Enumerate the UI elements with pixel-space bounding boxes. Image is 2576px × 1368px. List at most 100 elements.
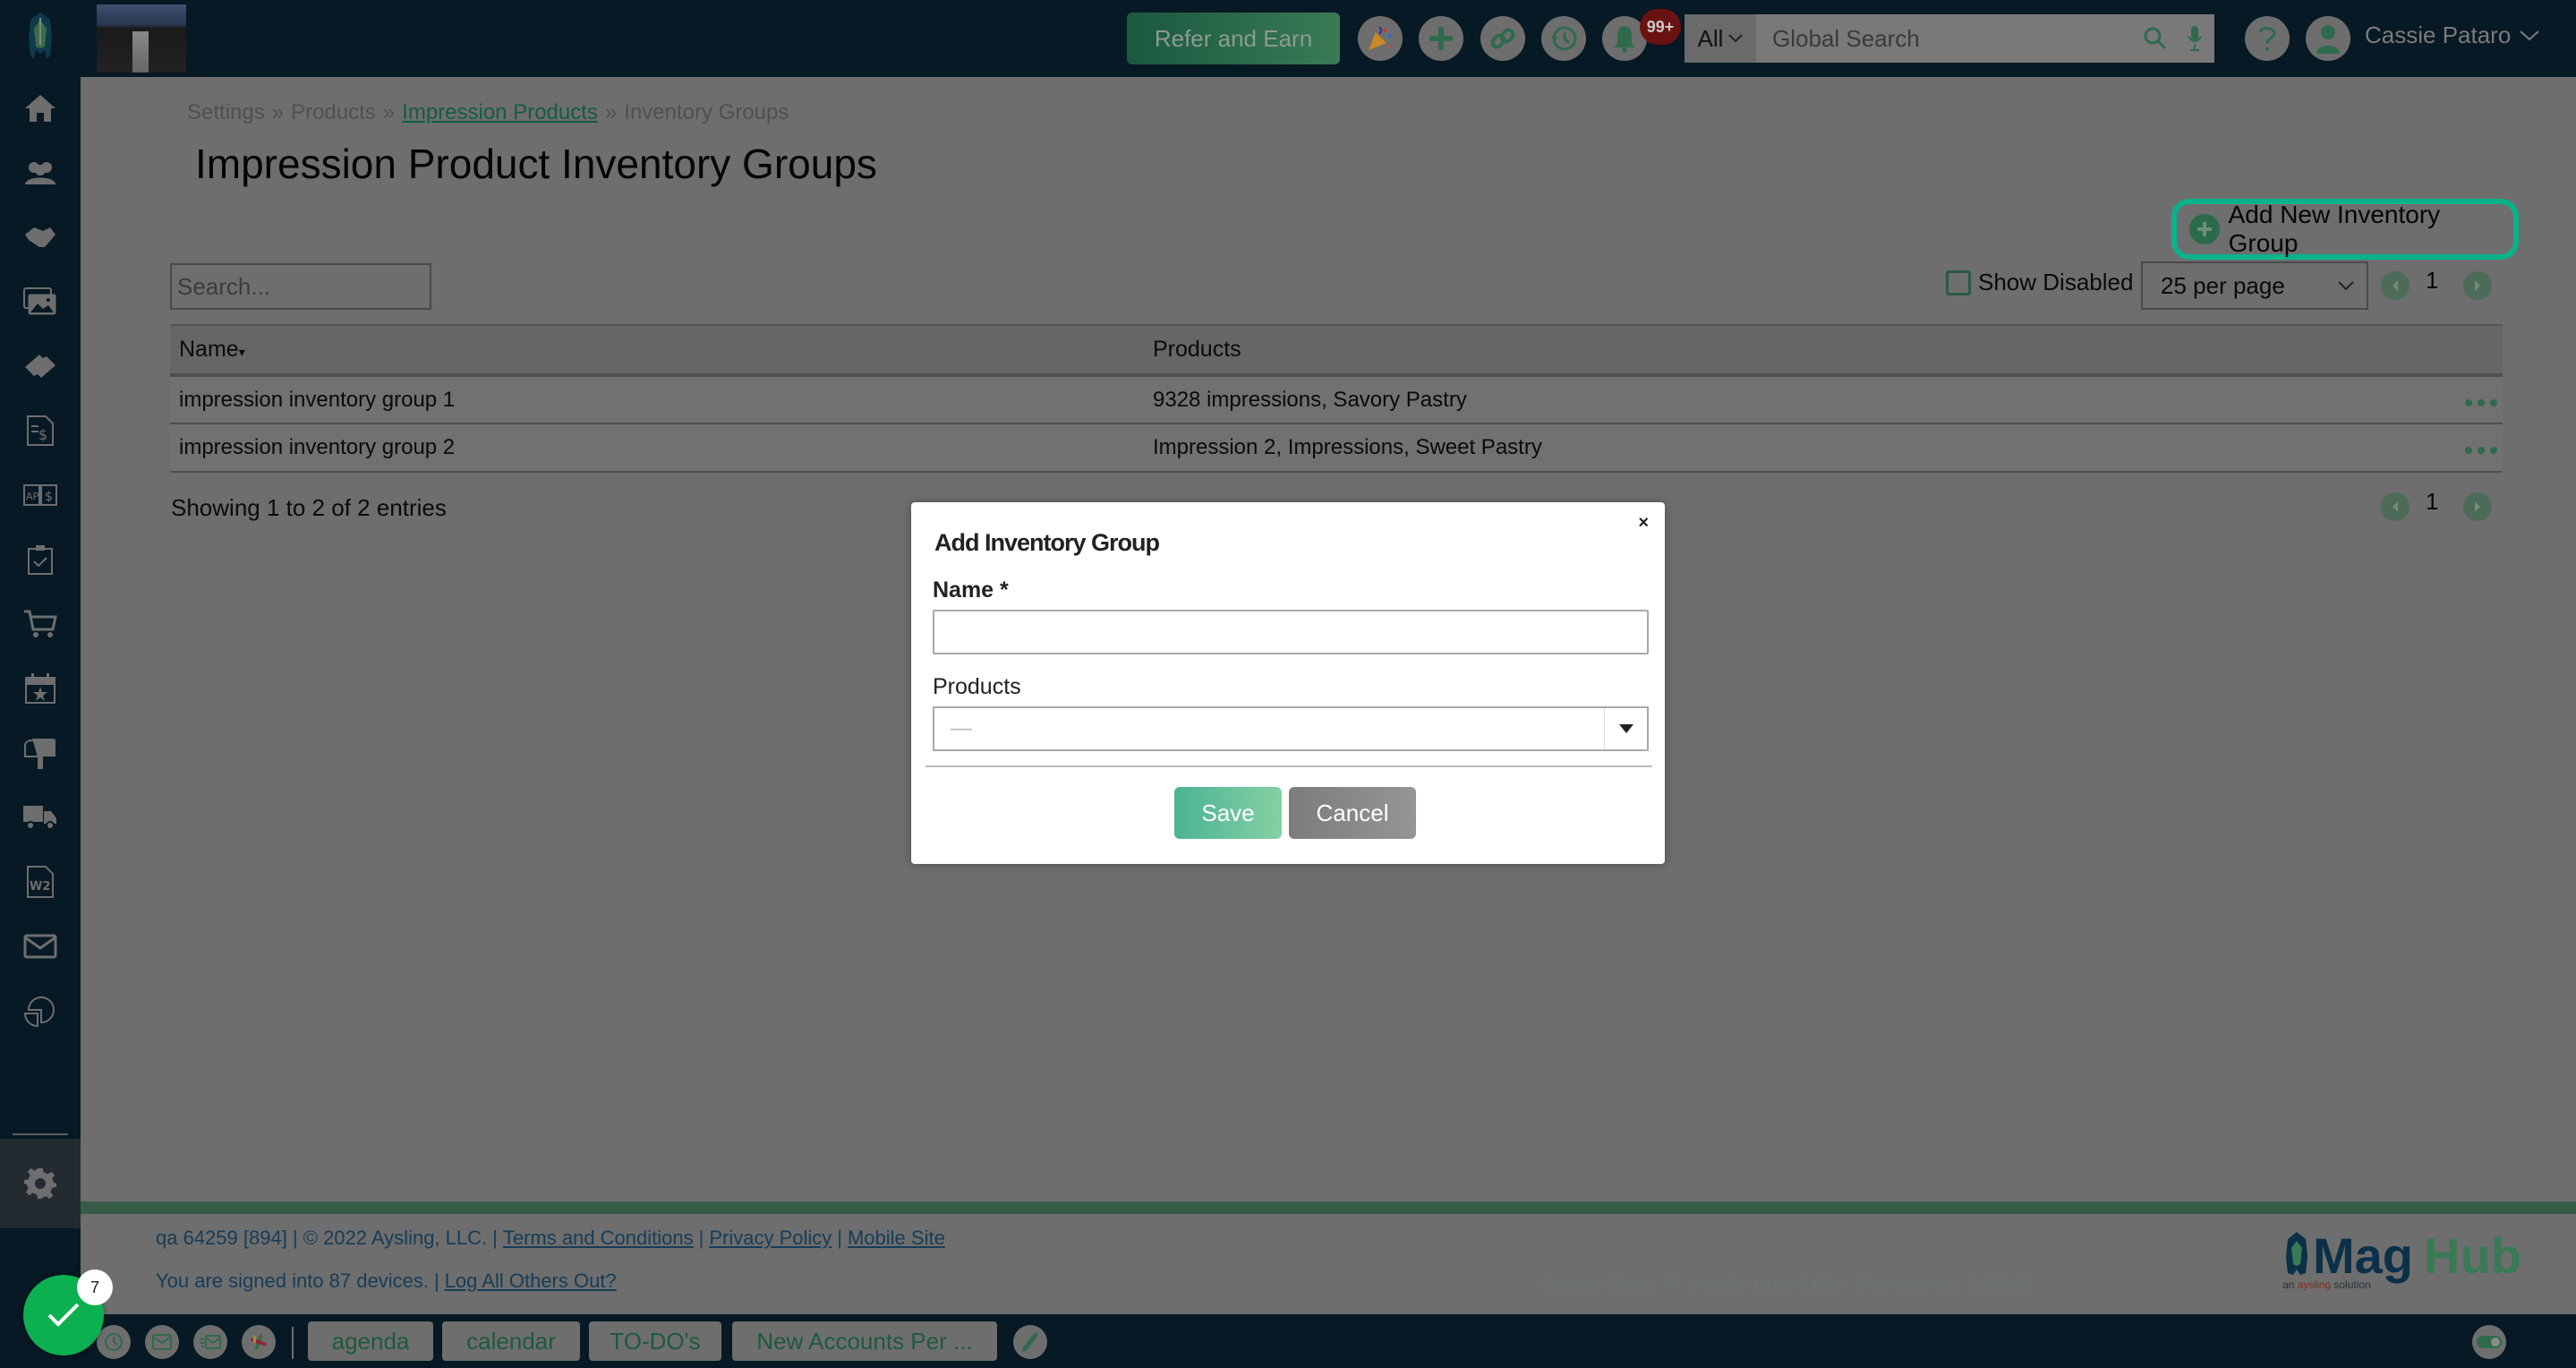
bulk-email-icon[interactable] [193,1325,227,1359]
sidebar-item-contacts[interactable] [0,146,81,200]
party-popper-icon[interactable] [1358,16,1403,61]
user-menu[interactable]: Cassie Pataro [2365,21,2539,49]
sidebar-item-email[interactable] [0,919,81,973]
logo-tagline: an aysling solution [2282,1278,2371,1291]
footer-devices: You are signed into 87 devices. | Log All … [156,1270,617,1292]
taskbar-tab-todos[interactable]: TO-DO's [589,1321,721,1361]
sidebar-item-mailing[interactable] [0,726,81,780]
logo-text-hub: Hub [2424,1227,2521,1284]
privacy-link[interactable]: Privacy Policy [709,1227,832,1249]
breadcrumb-products[interactable]: Products [291,100,376,124]
maghub-logo-icon [2286,1232,2307,1275]
sidebar-item-media[interactable] [0,275,81,329]
show-disabled-label: Show Disabled [1978,269,2134,295]
row-actions-menu-icon[interactable] [2465,447,2497,454]
search-scope-select[interactable]: All [1685,14,1756,63]
search-scope-value: All [1697,24,1724,52]
sidebar-item-events[interactable] [0,662,81,715]
prev-page-button-bottom[interactable] [2381,492,2410,521]
entries-info: Showing 1 to 2 of 2 entries [171,494,447,521]
column-header-products[interactable]: Products [1144,324,2431,377]
terms-link[interactable]: Terms and Conditions [503,1227,694,1249]
svg-text:W2: W2 [30,880,50,893]
people-icon [25,162,55,184]
ticket-icon [25,355,55,378]
sidebar-item-ap-billing[interactable]: AP $ [0,468,81,522]
mobile-site-link[interactable]: Mobile Site [848,1227,945,1249]
truck-icon [23,806,56,830]
mailbox-icon [24,739,55,769]
breadcrumb-settings[interactable]: Settings [187,100,265,124]
ap-dollar-icon: AP $ [23,484,57,506]
user-avatar-icon[interactable] [2306,16,2350,61]
save-button[interactable]: Save [1174,787,1282,839]
sidebar-divider [13,1133,68,1135]
name-input[interactable] [933,610,1649,654]
add-new-inventory-group-button[interactable]: Add New Inventory Group [2171,199,2519,260]
caret-down-icon[interactable] [1604,708,1647,749]
taskbar-tab-calendar[interactable]: calendar [442,1321,580,1361]
sidebar-item-invoices[interactable]: $ [0,404,81,457]
column-header-name[interactable]: Name▾ [170,324,1144,377]
account-thumbnail-image[interactable] [97,4,186,73]
sidebar-item-distribution[interactable] [0,791,81,844]
sidebar-item-settings[interactable] [0,1139,81,1228]
search-icon[interactable] [2136,14,2175,63]
products-select-value: — [951,716,972,740]
sidebar-item-sales[interactable] [0,210,81,264]
table-row[interactable]: impression inventory group 1 9328 impres… [170,375,2503,424]
logo-text-mag: Mag [2313,1227,2413,1284]
maghub-logo-icon[interactable] [23,11,57,64]
cell-name: impression inventory group 1 [170,375,1144,424]
sidebar-item-orders[interactable] [0,597,81,651]
footer-legal: qa 64259 [894] | © 2022 Aysling, LLC. | Te… [156,1227,945,1249]
next-page-button-bottom[interactable] [2463,492,2492,521]
w2-document-icon: W2 [27,866,54,898]
notifications-count-badge: 99+ [1640,9,1681,45]
global-search-input[interactable] [1756,14,2136,63]
checkmark-icon [47,1303,80,1327]
sidebar-item-home[interactable] [0,81,81,135]
products-field-label: Products [933,674,1021,699]
table-row[interactable]: impression inventory group 2 Impression … [170,423,2503,473]
sidebar-item-reports[interactable] [0,984,81,1038]
breadcrumb-impression-products-link[interactable]: Impression Products [402,100,598,124]
cart-icon [24,610,57,637]
toggle-switch-icon[interactable] [2472,1325,2506,1359]
plus-icon[interactable] [1419,16,1463,61]
sidebar-item-tickets[interactable] [0,339,81,393]
history-icon[interactable] [1541,16,1586,61]
row-actions-menu-icon[interactable] [2465,398,2497,406]
cancel-button[interactable]: Cancel [1289,787,1416,839]
performance-info: Queries Made: 47 | render time: 0.65s | … [1540,1275,2031,1295]
link-icon[interactable] [1480,16,1525,61]
close-icon[interactable]: × [1638,513,1649,534]
prev-page-button[interactable] [2381,271,2410,300]
taskbar-tab-agenda[interactable]: agenda [308,1321,433,1361]
caret-left-icon [2393,501,2398,512]
microphone-icon[interactable] [2175,14,2214,63]
envelope-icon [23,934,57,959]
envelope-icon[interactable] [145,1325,179,1359]
refer-and-earn-button[interactable]: Refer and Earn [1127,13,1340,64]
next-page-button[interactable] [2463,271,2492,300]
sidebar-item-tax-forms[interactable]: W2 [0,855,81,909]
caret-left-icon [2393,280,2398,291]
clock-icon[interactable] [97,1325,131,1359]
taskbar-tab-new-accounts[interactable]: New Accounts Per ... [732,1321,997,1361]
footer-accent-bar [81,1201,2576,1214]
log-others-out-link[interactable]: Log All Others Out? [445,1270,617,1292]
top-navigation-bar: Refer and Earn 99+ All Cassie Pataro [0,0,2576,77]
pencil-icon[interactable] [1013,1325,1047,1359]
name-field-label: Name * [933,577,1009,603]
slack-icon[interactable] [242,1325,276,1359]
global-search: All [1685,14,2214,63]
column-header-actions [2431,324,2503,377]
sidebar-item-tasks[interactable] [0,533,81,586]
show-disabled-checkbox[interactable]: Show Disabled [1946,269,2133,296]
caret-right-icon [2475,501,2480,512]
products-select[interactable]: — [933,706,1649,751]
per-page-select[interactable]: 25 per page [2141,261,2368,310]
table-search-input[interactable] [170,263,431,310]
help-icon[interactable] [2245,16,2290,61]
